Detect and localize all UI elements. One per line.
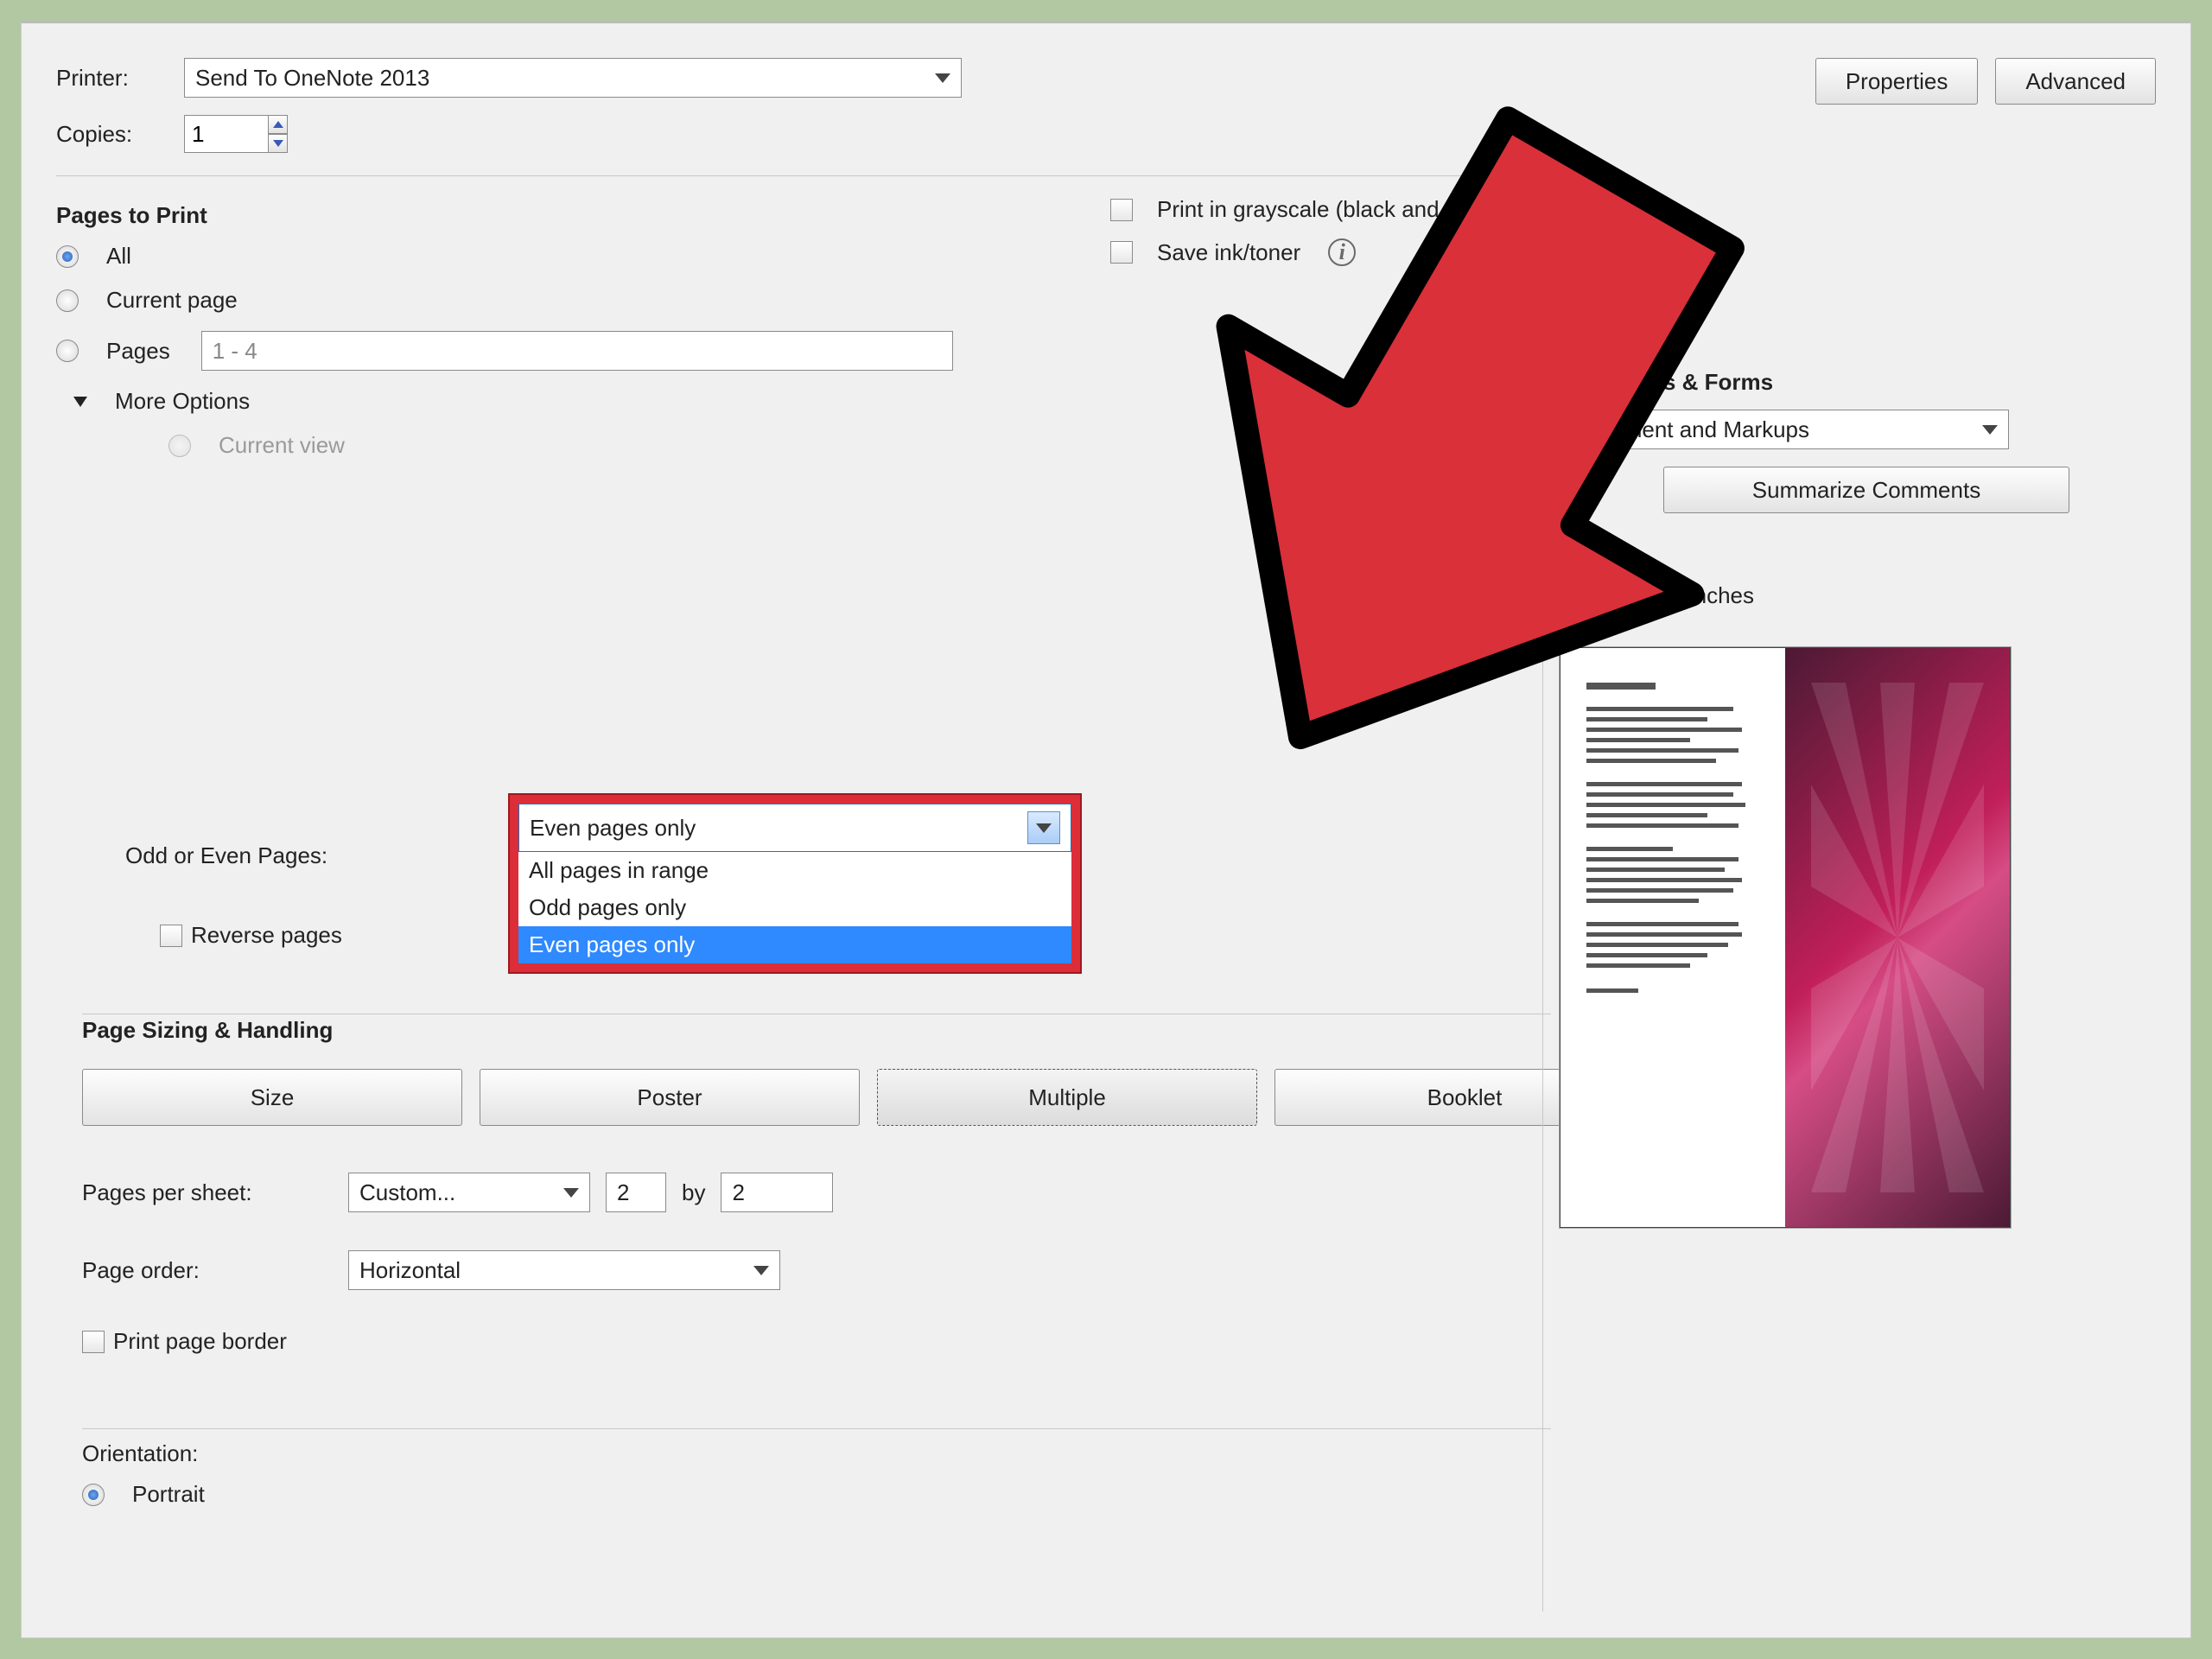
chevron-up-icon <box>273 121 283 128</box>
printer-value: Send To OneNote 2013 <box>195 65 429 92</box>
printer-label: Printer: <box>56 65 168 92</box>
printer-select[interactable]: Send To OneNote 2013 <box>184 58 962 98</box>
size-button[interactable]: Size <box>82 1069 462 1126</box>
chevron-down-icon <box>273 140 283 147</box>
dropdown-option-all[interactable]: All pages in range <box>518 852 1071 889</box>
page-sizing-heading: Page Sizing & Handling <box>82 1017 333 1044</box>
portrait-label: Portrait <box>132 1481 205 1508</box>
pages-all-radio[interactable] <box>56 245 79 268</box>
portrait-radio[interactable] <box>82 1484 105 1506</box>
pages-all-label: All <box>106 243 131 270</box>
current-view-label: Current view <box>219 432 345 459</box>
pps-cols-input[interactable]: 2 <box>606 1173 666 1212</box>
reverse-pages-label: Reverse pages <box>191 922 342 949</box>
more-options-toggle[interactable]: More Options <box>115 388 250 415</box>
pages-range-radio[interactable] <box>56 340 79 362</box>
pages-range-input[interactable]: 1 - 4 <box>201 331 953 371</box>
copies-label: Copies: <box>56 121 168 148</box>
odd-even-selected[interactable]: Even pages only <box>518 804 1071 852</box>
page-order-select[interactable]: Horizontal <box>348 1250 780 1290</box>
pages-per-sheet-select[interactable]: Custom... <box>348 1173 590 1212</box>
odd-even-label: Odd or Even Pages: <box>125 842 327 869</box>
chevron-down-icon <box>563 1188 579 1198</box>
current-view-radio <box>168 435 191 457</box>
print-border-checkbox[interactable] <box>82 1331 105 1353</box>
dropdown-option-even[interactable]: Even pages only <box>518 926 1071 963</box>
advanced-button[interactable]: Advanced <box>1995 58 2156 105</box>
dropdown-option-odd[interactable]: Odd pages only <box>518 889 1071 926</box>
chevron-down-icon <box>1982 425 1998 435</box>
pages-per-sheet-label: Pages per sheet: <box>82 1179 333 1206</box>
copies-input[interactable] <box>184 115 268 153</box>
dropdown-toggle-button[interactable] <box>1027 811 1060 844</box>
print-border-label: Print page border <box>113 1328 287 1355</box>
pps-rows-input[interactable]: 2 <box>721 1173 833 1212</box>
disclosure-down-icon[interactable] <box>73 397 87 407</box>
page-order-label: Page order: <box>82 1257 333 1284</box>
pps-by-label: by <box>682 1179 705 1206</box>
pages-range-label: Pages <box>106 338 170 365</box>
pages-current-label: Current page <box>106 287 238 314</box>
copies-spinner[interactable] <box>184 115 288 153</box>
poster-button[interactable]: Poster <box>480 1069 860 1126</box>
multiple-button[interactable]: Multiple <box>877 1069 1257 1126</box>
copies-down-button[interactable] <box>268 134 288 153</box>
odd-even-dropdown[interactable]: Even pages only All pages in range Odd p… <box>510 795 1080 972</box>
orientation-heading: Orientation: <box>82 1440 205 1467</box>
annotation-arrow-icon <box>1063 86 1840 864</box>
pages-current-radio[interactable] <box>56 289 79 312</box>
reverse-pages-checkbox[interactable] <box>160 925 182 947</box>
chevron-down-icon <box>753 1266 769 1275</box>
chevron-down-icon <box>935 73 950 83</box>
copies-up-button[interactable] <box>268 115 288 134</box>
chevron-down-icon <box>1036 823 1052 833</box>
